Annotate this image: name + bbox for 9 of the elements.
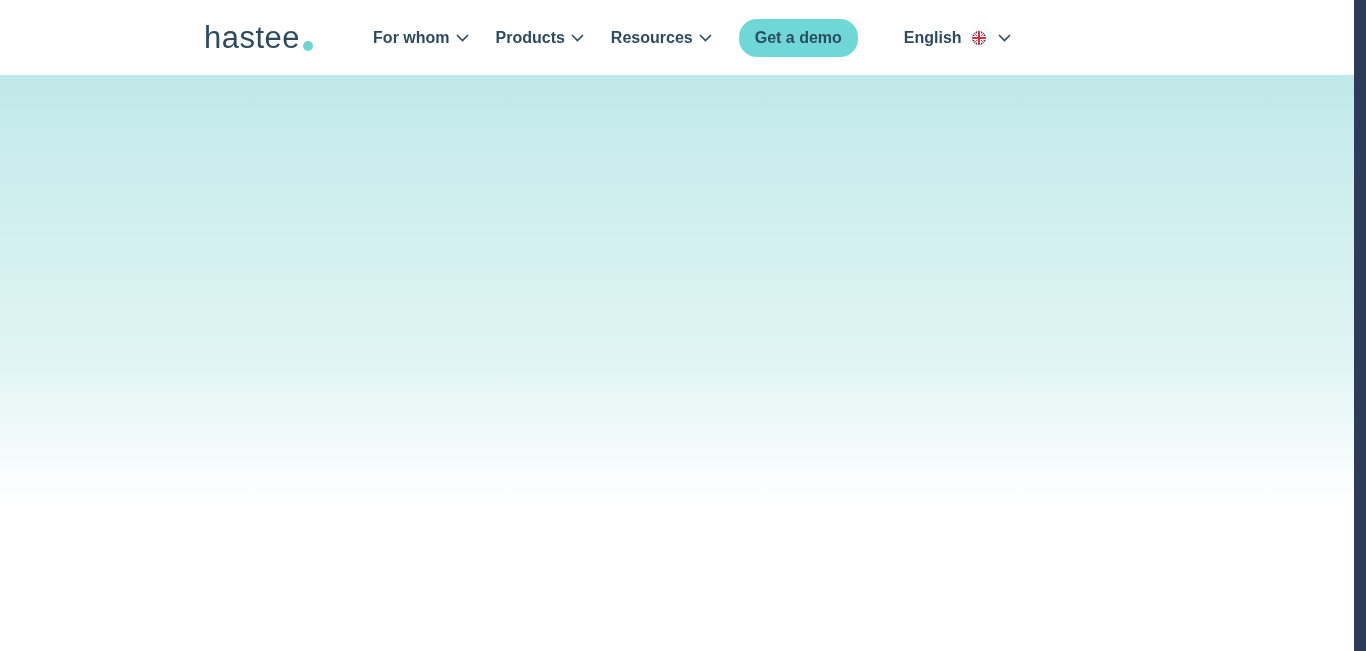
logo-dot-icon [303, 41, 314, 51]
uk-flag-icon [971, 30, 986, 45]
logo-wordmark[interactable]: hastee [204, 22, 301, 53]
language-selector[interactable]: English [903, 25, 1011, 50]
nav-menu-link[interactable]: Resources [610, 25, 712, 50]
get-demo-button[interactable]: Get a demo [738, 18, 858, 57]
nav-menu-link[interactable]: Products [495, 25, 584, 50]
nav-menu-link[interactable]: For whom [373, 25, 469, 50]
scrollbar[interactable] [1354, 0, 1366, 651]
